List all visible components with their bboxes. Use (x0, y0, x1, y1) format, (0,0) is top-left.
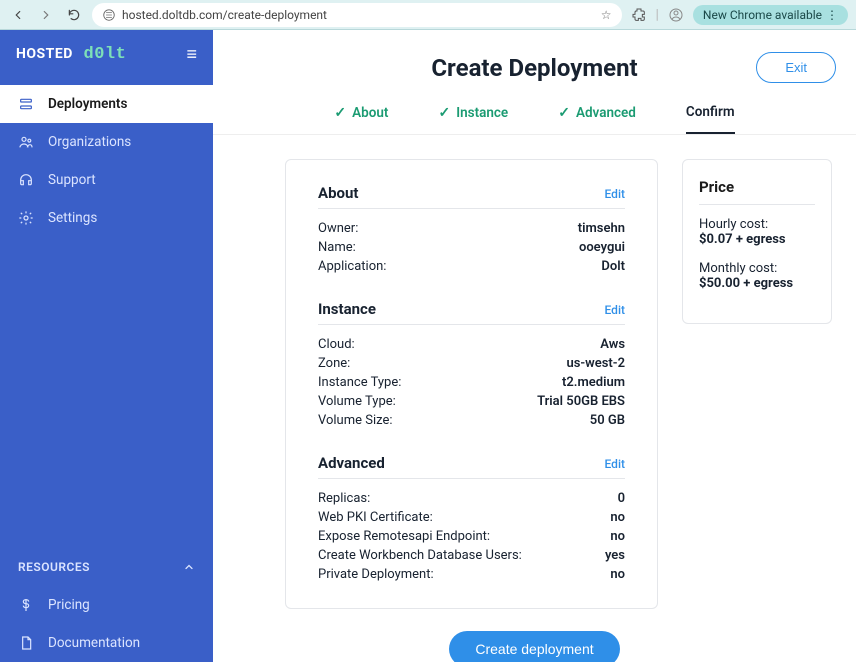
sidebar-item-deployments[interactable]: Deployments (0, 85, 213, 123)
step-instance[interactable]: ✓Instance (438, 104, 508, 134)
sidebar-item-label: Support (48, 172, 96, 188)
check-icon: ✓ (438, 105, 450, 121)
main-content: Create Deployment Exit ✓About ✓Instance … (213, 30, 856, 662)
advanced-section: Advanced Edit Replicas:0 Web PKI Certifi… (318, 454, 625, 584)
gear-icon (18, 210, 34, 226)
sidebar-item-label: Deployments (48, 96, 127, 112)
step-tabs: ✓About ✓Instance ✓Advanced Confirm (213, 90, 856, 135)
price-monthly: Monthly cost: $50.00 + egress (699, 261, 815, 291)
extensions-icon[interactable] (630, 6, 648, 24)
section-title-advanced: Advanced (318, 454, 385, 472)
create-deployment-button[interactable]: Create deployment (449, 631, 619, 662)
sidebar-item-organizations[interactable]: Organizations (0, 123, 213, 161)
sidebar-item-support[interactable]: Support (0, 161, 213, 199)
sidebar-item-label: Documentation (48, 635, 140, 651)
row-zone: Zone:us-west-2 (318, 354, 625, 373)
instance-section: Instance Edit Cloud:Aws Zone:us-west-2 I… (318, 300, 625, 430)
forward-button[interactable] (36, 5, 56, 25)
row-instance-type: Instance Type:t2.medium (318, 373, 625, 392)
row-cloud: Cloud:Aws (318, 335, 625, 354)
site-info-icon (102, 8, 116, 22)
price-title: Price (699, 178, 815, 205)
row-volume-size: Volume Size:50 GB (318, 411, 625, 430)
dollar-icon (18, 597, 34, 613)
resources-toggle[interactable]: RESOURCES (0, 548, 213, 586)
row-web-pki: Web PKI Certificate:no (318, 508, 625, 527)
url-text: hosted.doltdb.com/create-deployment (122, 8, 327, 22)
sidebar-item-label: Pricing (48, 597, 90, 613)
sidebar-item-pricing[interactable]: Pricing (0, 586, 213, 624)
edit-advanced-link[interactable]: Edit (605, 457, 625, 471)
exit-button[interactable]: Exit (756, 52, 836, 83)
browser-chrome: hosted.doltdb.com/create-deployment ☆ | … (0, 0, 856, 30)
row-remotesapi: Expose Remotesapi Endpoint:no (318, 527, 625, 546)
deployments-icon (18, 96, 34, 112)
support-icon (18, 172, 34, 188)
row-application: Application:Dolt (318, 257, 625, 276)
check-icon: ✓ (334, 105, 346, 121)
sidebar-item-label: Organizations (48, 134, 131, 150)
url-bar[interactable]: hosted.doltdb.com/create-deployment ☆ (92, 3, 622, 27)
step-confirm[interactable]: Confirm (686, 104, 735, 134)
step-about[interactable]: ✓About (334, 104, 388, 134)
section-title-about: About (318, 184, 358, 202)
back-button[interactable] (8, 5, 28, 25)
step-advanced[interactable]: ✓Advanced (558, 104, 636, 134)
about-section: About Edit Owner:timsehn Name:ooeygui Ap… (318, 184, 625, 276)
kebab-icon: ⋮ (826, 8, 838, 22)
row-workbench-users: Create Workbench Database Users:yes (318, 546, 625, 565)
new-chrome-badge[interactable]: New Chrome available ⋮ (693, 5, 848, 25)
sidebar-item-settings[interactable]: Settings (0, 199, 213, 237)
profile-icon[interactable] (667, 6, 685, 24)
row-name: Name:ooeygui (318, 238, 625, 257)
row-private: Private Deployment:no (318, 565, 625, 584)
reload-button[interactable] (64, 5, 84, 25)
price-hourly: Hourly cost: $0.07 + egress (699, 217, 815, 247)
organizations-icon (18, 134, 34, 150)
edit-instance-link[interactable]: Edit (605, 303, 625, 317)
document-icon (18, 635, 34, 651)
summary-card: About Edit Owner:timsehn Name:ooeygui Ap… (285, 159, 658, 609)
row-owner: Owner:timsehn (318, 219, 625, 238)
sidebar-item-documentation[interactable]: Documentation (0, 624, 213, 662)
row-replicas: Replicas:0 (318, 489, 625, 508)
chevron-up-icon (183, 561, 195, 573)
star-icon[interactable]: ☆ (601, 8, 612, 22)
section-title-instance: Instance (318, 300, 376, 318)
logo[interactable]: HOSTED d0lt (16, 45, 126, 64)
sidebar: HOSTED d0lt ≡ Deployments Organizations … (0, 30, 213, 662)
edit-about-link[interactable]: Edit (605, 187, 625, 201)
sidebar-item-label: Settings (48, 210, 97, 226)
check-icon: ✓ (558, 105, 570, 121)
menu-toggle-icon[interactable]: ≡ (186, 44, 197, 65)
price-card: Price Hourly cost: $0.07 + egress Monthl… (682, 159, 832, 324)
row-volume-type: Volume Type:Trial 50GB EBS (318, 392, 625, 411)
page-title: Create Deployment (431, 54, 637, 82)
